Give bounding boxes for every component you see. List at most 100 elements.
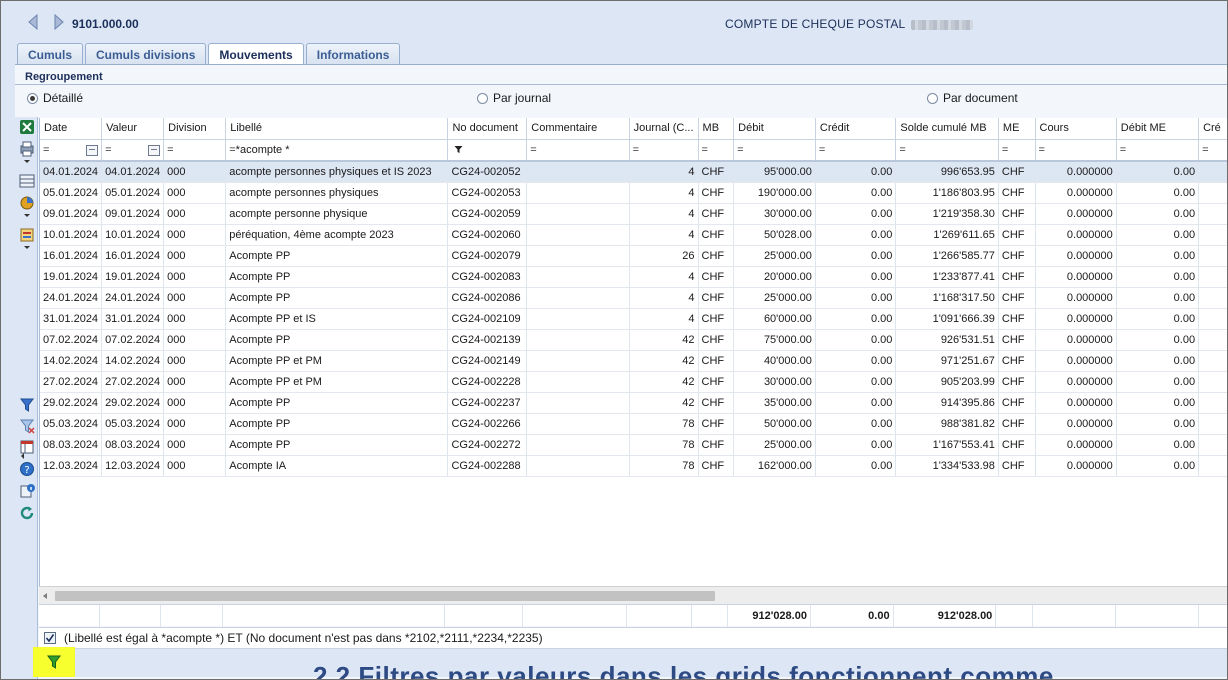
previous-account-button[interactable] — [25, 13, 41, 31]
clear-filter-button[interactable] — [19, 418, 35, 434]
cell-me: CHF — [998, 182, 1036, 204]
cell-journal: 78 — [629, 413, 699, 435]
column-chooser-button[interactable] — [19, 439, 35, 455]
filter-cell-debit[interactable]: = — [733, 139, 816, 162]
table-row[interactable]: 08.03.2024 08.03.2024 000 Acompte PP CG24-00… — [40, 434, 1227, 456]
cell-valeur: 29.02.2024 — [101, 392, 165, 414]
column-header-debit-me[interactable]: Débit ME — [1116, 118, 1200, 140]
cell-date: 16.01.2024 — [40, 245, 103, 267]
table-row[interactable]: 04.01.2024 04.01.2024 000 acompte personnes… — [40, 161, 1227, 183]
column-header-journal[interactable]: Journal (C... — [629, 118, 699, 140]
filter-cell-commentaire[interactable]: = — [526, 139, 630, 162]
filter-enabled-checkbox[interactable] — [44, 632, 56, 644]
calendar-icon[interactable] — [86, 144, 99, 156]
filter-icon — [454, 146, 463, 154]
cell-division: 000 — [163, 329, 227, 351]
table-row[interactable]: 24.01.2024 24.01.2024 000 Acompte PP CG24-00… — [40, 287, 1227, 309]
cell-cours: 0.000000 — [1035, 350, 1117, 372]
column-header-valeur[interactable]: Valeur — [101, 118, 165, 140]
filter-cell-cours[interactable]: = — [1035, 139, 1117, 162]
grid-toolbar: ? — [15, 117, 38, 679]
filter-cell-mb[interactable]: = — [698, 139, 735, 162]
tab-informations[interactable]: Informations — [305, 43, 401, 65]
help-button[interactable]: ? — [19, 461, 35, 477]
cell-division: 000 — [163, 287, 227, 309]
column-header-cours[interactable]: Cours — [1035, 118, 1117, 140]
chevron-down-icon[interactable] — [24, 246, 30, 249]
layout-button[interactable] — [19, 173, 35, 189]
table-row[interactable]: 19.01.2024 19.01.2024 000 Acompte PP CG24-00… — [40, 266, 1227, 288]
cell-valeur: 05.03.2024 — [101, 413, 165, 435]
cell-journal: 78 — [629, 455, 699, 477]
column-header-no-document[interactable]: No document — [447, 118, 528, 140]
column-header-division[interactable]: Division — [163, 118, 227, 140]
cell-no-document: CG24-002272 — [447, 434, 528, 456]
grouping-option-par-journal[interactable]: Par journal — [477, 91, 551, 105]
column-header-commentaire[interactable]: Commentaire — [526, 118, 630, 140]
excel-export-button[interactable] — [19, 119, 35, 135]
table-row[interactable]: 16.01.2024 16.01.2024 000 Acompte PP CG24-00… — [40, 245, 1227, 267]
cell-mb: CHF — [698, 161, 735, 183]
column-header-credit[interactable]: Crédit — [815, 118, 897, 140]
cell-credit: 0.00 — [815, 350, 897, 372]
cell-me: CHF — [998, 392, 1036, 414]
grouping-option-par-document[interactable]: Par document — [927, 91, 1018, 105]
column-header-solde-cumule[interactable]: Solde cumulé MB — [895, 118, 999, 140]
print-button[interactable] — [19, 141, 35, 157]
cell-debit: 30'000.00 — [733, 371, 816, 393]
filter-cell-me[interactable]: = — [998, 139, 1036, 162]
table-row[interactable]: 05.01.2024 05.01.2024 000 acompte personnes… — [40, 182, 1227, 204]
table-row[interactable]: 29.02.2024 29.02.2024 000 Acompte PP CG24-00… — [40, 392, 1227, 414]
filter-cell-debit-me[interactable]: = — [1116, 139, 1200, 162]
column-header-mb[interactable]: MB — [698, 118, 735, 140]
column-header-libelle[interactable]: Libellé — [225, 118, 449, 140]
cell-cours: 0.000000 — [1035, 203, 1117, 225]
info-button[interactable] — [19, 483, 35, 499]
filter-cell-credit[interactable]: = — [815, 139, 897, 162]
table-row[interactable]: 05.03.2024 05.03.2024 000 Acompte PP CG24-00… — [40, 413, 1227, 435]
filter-cell-division[interactable]: = — [163, 139, 227, 162]
filter-cell-date[interactable]: = — [40, 139, 103, 162]
tab-mouvements[interactable]: Mouvements — [208, 43, 304, 66]
filter-cell-libelle[interactable]: =*acompte * — [225, 139, 449, 162]
filter-cell-solde-cumule[interactable]: = — [895, 139, 999, 162]
table-row[interactable]: 12.03.2024 12.03.2024 000 Acompte IA CG24-00… — [40, 455, 1227, 477]
column-header-me[interactable]: ME — [998, 118, 1036, 140]
column-header-date[interactable]: Date — [40, 118, 103, 140]
table-row[interactable]: 07.02.2024 07.02.2024 000 Acompte PP CG24-00… — [40, 329, 1227, 351]
table-row[interactable]: 31.01.2024 31.01.2024 000 Acompte PP et IS C… — [40, 308, 1227, 330]
filter-editor-button[interactable] — [33, 647, 75, 677]
info-icon — [20, 484, 35, 498]
cell-libelle: Acompte PP — [225, 287, 449, 309]
table-row[interactable]: 27.02.2024 27.02.2024 000 Acompte PP et PM C… — [40, 371, 1227, 393]
calendar-icon[interactable] — [148, 144, 161, 156]
cell-cours: 0.000000 — [1035, 455, 1117, 477]
filter-button[interactable] — [19, 397, 35, 413]
filter-cell-credit-me[interactable]: = — [1198, 139, 1227, 162]
column-header-credit-me[interactable]: Cré — [1198, 118, 1227, 140]
cell-commentaire — [526, 434, 630, 456]
cell-no-document: CG24-002052 — [447, 161, 528, 183]
table-row[interactable]: 09.01.2024 09.01.2024 000 acompte personne … — [40, 203, 1227, 225]
tab-cumuls-divisions[interactable]: Cumuls divisions — [85, 43, 207, 65]
cell-division: 000 — [163, 203, 227, 225]
horizontal-scrollbar[interactable] — [39, 586, 1227, 604]
chevron-down-icon[interactable] — [24, 214, 30, 217]
tab-cumuls[interactable]: Cumuls — [17, 43, 84, 65]
table-row[interactable]: 14.02.2024 14.02.2024 000 Acompte PP et PM C… — [40, 350, 1227, 372]
table-row[interactable]: 10.01.2024 10.01.2024 000 péréquation, 4ème… — [40, 224, 1227, 246]
filter-cell-no-document[interactable] — [447, 139, 528, 162]
scrollbar-thumb[interactable] — [55, 591, 715, 601]
filter-cell-journal[interactable]: = — [629, 139, 699, 162]
filter-cell-valeur[interactable]: = — [101, 139, 165, 162]
chart-button[interactable] — [19, 195, 35, 211]
next-account-button[interactable] — [51, 13, 67, 31]
report-button[interactable] — [19, 227, 35, 243]
column-header-debit[interactable]: Débit — [733, 118, 816, 140]
refresh-button[interactable] — [19, 505, 35, 521]
filter-expression[interactable]: (Libellé est égal à *acompte *) ET (No d… — [64, 631, 543, 645]
scroll-left-icon[interactable] — [43, 593, 47, 599]
grouping-option-detaille[interactable]: Détaillé — [27, 91, 83, 105]
chevron-down-icon[interactable] — [24, 160, 30, 163]
cell-credit-me — [1198, 308, 1227, 330]
